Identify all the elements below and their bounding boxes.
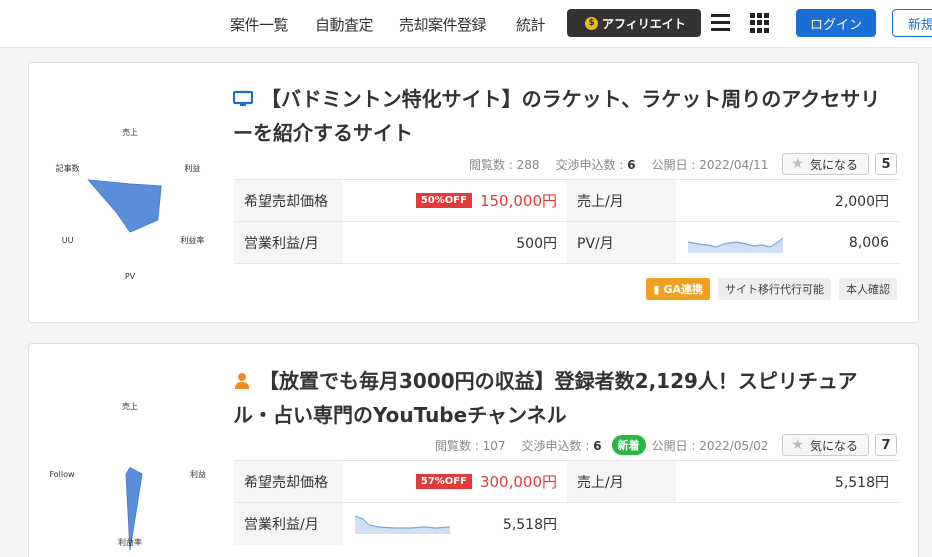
favorite-button[interactable]: ★ 気になる — [782, 153, 869, 175]
radar-axis-label: 売上 — [122, 127, 138, 137]
hamburger-menu-icon[interactable] — [711, 14, 730, 31]
views-count: 閲覧数 : 107 — [434, 438, 506, 453]
radar-axis-label: Follow — [49, 470, 75, 479]
profit-sparkline — [355, 515, 451, 534]
listing-stats-table: 希望売却価格 50%OFF 150,000円 売上/月 2,000円 営業利益/… — [234, 179, 899, 264]
radar-chart: 売上利益利益率 Follow — [49, 401, 206, 551]
coin-icon: $ — [585, 16, 598, 30]
monthly-pv-label: PV/月 — [567, 222, 676, 263]
pv-sparkline — [688, 237, 784, 253]
nav-listings[interactable]: 案件一覧 — [230, 14, 289, 35]
listing-title[interactable]: 【バドミントン特化サイト】のラケット、ラケット周りのアクセサリーを紹介するサイト — [232, 83, 893, 149]
radar-axis-label: UU — [62, 236, 74, 245]
affiliate-label: アフィリエイト — [602, 16, 686, 31]
listing-meta: 閲覧数 : 288 交渉申込数 : 6 公開日 : 2022/04/11 ★ 気に… — [453, 153, 897, 175]
grid-menu-icon[interactable] — [750, 13, 770, 33]
desired-price-label: 希望売却価格 — [234, 461, 343, 502]
star-icon: ★ — [791, 437, 804, 453]
listing-title[interactable]: 【放置でも毎月3000円の収益】登録者数2,129人！スピリチュアル・占い専門の… — [233, 365, 893, 431]
desired-price-value: 50%OFF 150,000円 — [343, 180, 567, 221]
table-row: 営業利益/月 500円 PV/月 8,006 — [234, 222, 899, 264]
listing-title-text: 【バドミントン特化サイト】のラケット、ラケット周りのアクセサリーを紹介するサイト — [233, 87, 881, 145]
header-bar: 案件一覧 自動査定 売却案件登録 統計 $ アフィリエイト ログイン 新規 — [0, 0, 932, 48]
desired-price-label: 希望売却価格 — [234, 180, 343, 221]
table-row: 希望売却価格 50%OFF 150,000円 売上/月 2,000円 — [234, 180, 899, 222]
operating-profit-value: 5,518円 — [343, 503, 567, 545]
operating-profit-label: 営業利益/月 — [234, 222, 343, 263]
register-button[interactable]: 新規 — [892, 9, 932, 37]
table-row: 希望売却価格 57%OFF 300,000円 売上/月 5,518円 — [234, 461, 899, 503]
radar-axis-label: 利益 — [184, 163, 200, 173]
negotiation-count: 交渉申込数 : 6 — [555, 157, 636, 172]
person-icon — [233, 367, 251, 399]
discount-badge: 57%OFF — [415, 474, 472, 489]
monthly-sales-value: 2,000円 — [834, 193, 889, 210]
radar-area — [87, 179, 162, 233]
listing-title-text: 【放置でも毎月3000円の収益】登録者数2,129人！スピリチュアル・占い専門の… — [233, 369, 858, 427]
new-badge: 新着 — [611, 435, 646, 455]
radar-axis-label: 利益率 — [118, 537, 142, 547]
listing-tags: ▮ GA連携 サイト移行代行可能 本人確認 — [638, 278, 897, 300]
listing-meta: 閲覧数 : 107 交渉申込数 : 6 新着 公開日 : 2022/05/02 … — [419, 434, 897, 456]
negotiation-count: 交渉申込数 : 6 — [521, 438, 602, 453]
tag-migration: サイト移行代行可能 — [718, 278, 831, 300]
monthly-sales-label: 売上/月 — [567, 180, 676, 221]
monthly-sales-value: 5,518円 — [834, 474, 889, 491]
bar-chart-icon: ▮ — [653, 282, 660, 296]
desired-price-value: 57%OFF 300,000円 — [343, 461, 567, 502]
tag-identity: 本人確認 — [839, 278, 897, 300]
monitor-icon — [232, 85, 254, 117]
nav-stats[interactable]: 統計 — [516, 14, 546, 35]
monthly-pv-value: 8,006 — [676, 222, 899, 263]
discount-badge: 50%OFF — [415, 193, 472, 208]
affiliate-button[interactable]: $ アフィリエイト — [567, 9, 701, 37]
views-count: 閲覧数 : 288 — [468, 157, 540, 172]
radar-axis-label: 利益率 — [180, 235, 204, 245]
listing-card[interactable]: 売上利益利益率 PV UU 記事数 【バドミントン特化サイト】のラケット、ラケット周り… — [28, 62, 919, 323]
price-text: 300,000円 — [479, 473, 557, 491]
operating-profit-label: 営業利益/月 — [234, 503, 343, 545]
monthly-sales-label: 売上/月 — [567, 461, 676, 502]
nav-sell-register[interactable]: 売却案件登録 — [399, 14, 487, 35]
table-row: 営業利益/月 5,518円 — [234, 503, 899, 545]
nav-auto-appraisal[interactable]: 自動査定 — [315, 14, 374, 35]
price-text: 150,000円 — [479, 192, 557, 210]
radar-chart: 売上利益利益率 PV UU 記事数 — [56, 127, 205, 281]
favorite-button[interactable]: ★ 気になる — [782, 434, 869, 456]
favorite-count: 5 — [875, 153, 897, 175]
radar-axis-label: 記事数 — [56, 163, 80, 173]
publish-date: 公開日 : 2022/04/11 — [651, 157, 769, 172]
listing-card[interactable]: 売上利益利益率 Follow 【放置でも毎月3000円の収益】登録者数2,129人… — [28, 343, 919, 557]
login-button[interactable]: ログイン — [796, 9, 876, 37]
tag-ga: ▮ GA連携 — [646, 278, 710, 300]
favorite-count: 7 — [875, 434, 897, 456]
star-icon: ★ — [791, 156, 804, 172]
operating-profit-value: 500円 — [516, 235, 557, 252]
listing-stats-table: 希望売却価格 57%OFF 300,000円 売上/月 5,518円 営業利益/… — [234, 460, 899, 545]
radar-axis-label: 売上 — [122, 401, 138, 411]
radar-axis-label: 利益 — [190, 469, 206, 479]
publish-date: 公開日 : 2022/05/02 — [651, 438, 769, 453]
radar-axis-label: PV — [125, 272, 136, 281]
